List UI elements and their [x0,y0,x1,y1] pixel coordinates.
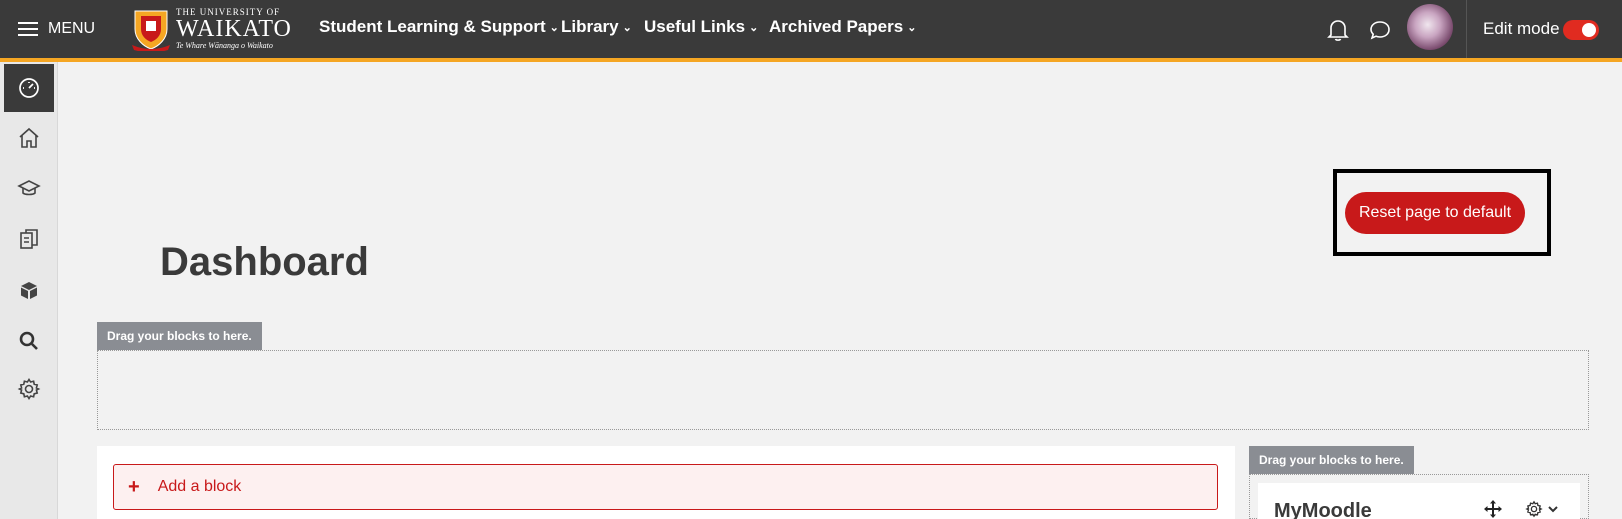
nav-library[interactable]: Library ⌄ [561,17,632,37]
gear-icon [17,378,41,400]
nav-student-learning[interactable]: Student Learning & Support ⌄ [319,17,559,37]
nav-label: Student Learning & Support [319,17,546,36]
menu-button[interactable]: MENU [18,18,95,40]
move-icon [1484,500,1502,518]
edit-mode-label: Edit mode [1483,19,1560,38]
drawer-item-home[interactable] [4,114,54,162]
graduation-cap-icon [17,180,41,196]
nav-label: Library [561,17,619,36]
search-icon [19,331,38,350]
drawer-item-modules[interactable] [4,267,54,315]
side-drag-hint: Drag your blocks to here. [1249,446,1414,474]
user-avatar[interactable] [1407,4,1453,50]
cube-icon [21,282,37,299]
nav-useful-links[interactable]: Useful Links ⌄ [644,17,758,37]
menu-label: MENU [48,20,96,37]
notifications-button[interactable] [1327,18,1349,47]
add-block-label: Add a block [157,478,242,495]
chevron-down-icon [1548,506,1558,513]
nav-divider [1466,0,1467,58]
top-drag-hint: Drag your blocks to here. [97,322,262,350]
chevron-down-icon: ⌄ [907,21,917,34]
gear-icon [1525,500,1543,518]
drawer-item-settings[interactable] [4,365,54,413]
chat-bubble-icon [1370,21,1390,40]
mymoodle-block-title: MyMoodle [1274,500,1372,519]
logo-line2: WAIKATO [176,16,292,42]
bell-icon [1327,20,1349,41]
left-nav-drawer [0,62,58,519]
top-block-drop-zone[interactable] [97,350,1589,430]
nav-label: Archived Papers [769,17,904,36]
navbar-accent-bar [0,58,1622,62]
move-block-button[interactable] [1484,500,1502,519]
logo-line3: Te Whare Wānanga o Waikato [176,41,273,50]
page-title: Dashboard [160,240,369,284]
chevron-down-icon: ⌄ [622,21,632,34]
block-actions-button[interactable] [1525,500,1559,518]
home-icon [19,127,39,148]
messages-button[interactable] [1369,19,1391,46]
crest-icon [132,10,170,51]
drawer-item-search[interactable] [4,317,54,365]
hamburger-icon [18,22,38,36]
chevron-down-icon: ⌄ [749,21,759,34]
university-logo[interactable]: THE UNIVERSITY OF WAIKATO Te Whare Wānan… [132,6,292,52]
drawer-item-courses[interactable] [4,165,54,213]
nav-label: Useful Links [644,17,746,36]
copy-icon [20,229,38,249]
toggle-knob [1582,23,1596,37]
nav-archived-papers[interactable]: Archived Papers ⌄ [769,17,916,37]
add-block-button[interactable]: + Add a block [113,464,1218,510]
dashboard-icon [19,78,39,98]
drawer-item-content[interactable] [4,215,54,263]
top-navbar: MENU THE UNIVERSITY OF WAIKATO Te Whare … [0,0,1622,58]
plus-icon: + [128,475,140,498]
reset-page-button[interactable]: Reset page to default [1345,192,1525,234]
drawer-item-dashboard[interactable] [4,64,54,112]
edit-mode-toggle[interactable] [1563,20,1599,40]
chevron-down-icon: ⌄ [549,21,559,34]
